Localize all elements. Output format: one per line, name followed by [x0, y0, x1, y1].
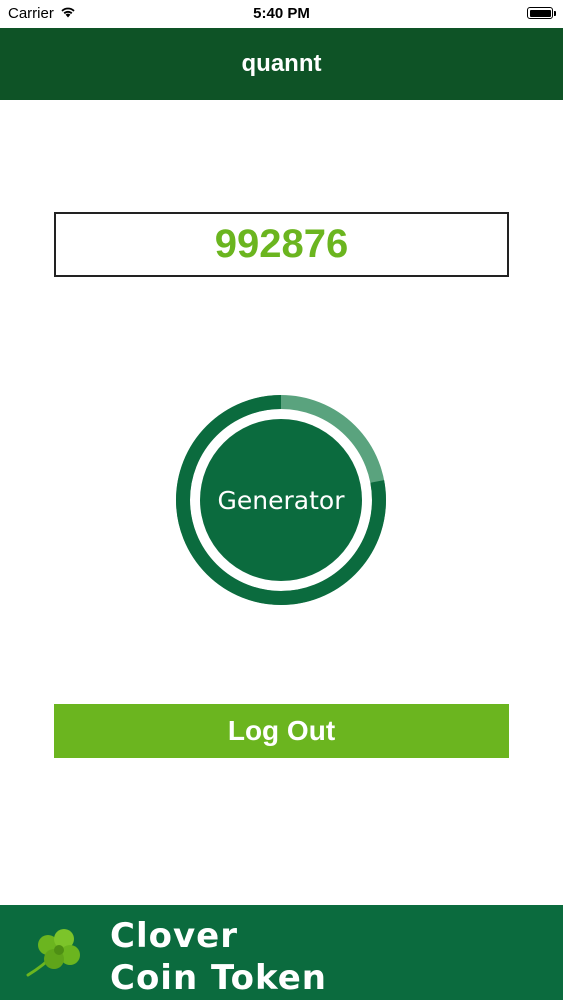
footer-title-line-1: Clover	[110, 916, 238, 956]
status-bar: Carrier 5:40 PM	[0, 0, 563, 28]
clover-icon	[26, 929, 80, 977]
page-title: quannt	[241, 50, 322, 77]
footer-banner: Clover Coin Token	[0, 905, 563, 1000]
battery-icon	[527, 7, 556, 19]
status-time: 5:40 PM	[253, 5, 310, 22]
footer-title-line-2: Coin Token	[110, 958, 328, 998]
battery-level	[529, 9, 551, 17]
logout-button[interactable]: Log Out	[54, 704, 509, 758]
nav-bar: quannt	[0, 28, 563, 100]
battery-tip	[554, 11, 556, 16]
code-value: 992876	[214, 222, 349, 266]
code-display: 992876	[54, 212, 509, 277]
generator-control: Generator	[172, 391, 390, 609]
generator-button[interactable]: Generator	[200, 419, 362, 581]
